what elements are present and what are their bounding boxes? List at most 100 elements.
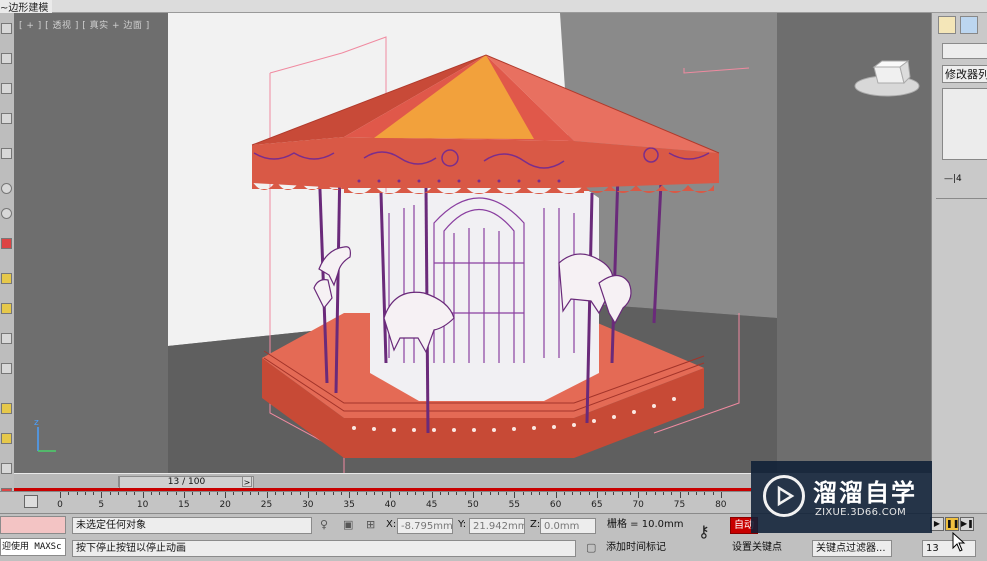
timeline-minor-tick <box>506 492 508 495</box>
create-tab-icon[interactable] <box>938 16 956 34</box>
tool-move-icon[interactable] <box>1 53 12 64</box>
timeline-tick <box>225 492 227 498</box>
key-filters-button[interactable]: 关键点过滤器... <box>812 540 892 557</box>
timeline-minor-tick <box>373 492 375 495</box>
timeline-minor-tick <box>109 492 111 495</box>
timeline-minor-tick <box>613 492 615 495</box>
timeline-minor-tick <box>117 492 119 495</box>
tool-mirror-icon[interactable] <box>1 363 12 374</box>
current-frame-field[interactable]: 13 <box>922 540 976 557</box>
x-label: X: <box>386 519 397 530</box>
timeline-minor-tick <box>216 492 218 495</box>
tool-cylinder-icon[interactable] <box>1 208 12 219</box>
timeline-minor-tick <box>93 492 95 495</box>
timeline-minor-tick <box>439 492 441 495</box>
timeline-tick <box>60 492 61 498</box>
modifier-stack[interactable] <box>942 88 987 160</box>
timeline-tick <box>473 492 474 498</box>
timeline-tick-label: 30 <box>302 500 314 510</box>
timeline-minor-tick <box>167 492 169 495</box>
timeline-minor-tick <box>522 492 524 495</box>
tool-snap-icon[interactable] <box>1 148 12 159</box>
timeline-tick-label: 0 <box>57 500 63 510</box>
play-button[interactable]: ▶ <box>930 517 944 531</box>
tool-align-icon[interactable] <box>1 333 12 344</box>
timeline-minor-tick <box>332 492 334 495</box>
object-name-field[interactable] <box>942 43 987 59</box>
z-coordinate-field[interactable]: 0.0mm <box>540 518 596 534</box>
timeline-minor-tick <box>646 492 648 495</box>
timeline-minor-tick <box>274 492 276 495</box>
timeline-minor-tick <box>382 492 384 495</box>
x-coordinate-field[interactable]: -8.795mm <box>397 518 453 534</box>
timeline-minor-tick <box>291 492 293 495</box>
timeline-minor-tick <box>530 492 532 495</box>
modify-tab-icon[interactable] <box>960 16 978 34</box>
tool-light-icon[interactable] <box>1 238 12 249</box>
timeline-ruler[interactable]: 0 5 10 15 20 25 30 35 40 45 50 55 60 65 70 75 80 <box>0 491 751 514</box>
timeline-tick <box>638 492 640 498</box>
timeline-minor-tick <box>84 492 86 495</box>
z-label: Z: <box>530 519 541 530</box>
timeline-tick-label: 55 <box>508 500 521 510</box>
tool-select-icon[interactable] <box>1 23 12 34</box>
timeline-tick-label: 10 <box>136 500 149 510</box>
lock-selection-icon[interactable]: ♀ <box>320 517 328 533</box>
timeline-minor-tick <box>159 492 161 495</box>
set-key-button[interactable]: 设置关键点 <box>732 540 782 556</box>
stack-controls[interactable]: —|4 <box>944 171 962 187</box>
time-tag-icon[interactable]: ▢ <box>586 540 596 556</box>
title-bar: ~边形建模 <box>0 0 987 14</box>
timeline-tick <box>349 492 351 498</box>
timeline-tick-label: 65 <box>591 500 603 510</box>
tool-curve-icon[interactable] <box>1 403 12 414</box>
timeline-minor-tick <box>621 492 623 495</box>
y-label: Y: <box>458 519 467 530</box>
watermark-url: ZIXUE.3D66.COM <box>815 507 907 518</box>
track-bar-toggle-icon[interactable] <box>24 495 38 508</box>
timeline-minor-tick <box>539 492 541 495</box>
timeline-minor-tick <box>662 492 664 495</box>
timeline-tick <box>431 492 433 498</box>
stop-button[interactable]: ❚❚ <box>945 517 959 531</box>
timeline-minor-tick <box>415 492 417 495</box>
modifier-list-dropdown[interactable]: 修改器列表 <box>942 65 987 83</box>
timeline-tick <box>307 492 309 498</box>
tool-scale-icon[interactable] <box>1 113 12 124</box>
timeline-tick <box>101 492 103 498</box>
timeline-minor-tick <box>547 492 549 495</box>
tool-sphere-icon[interactable] <box>1 183 12 194</box>
tool-rotate-icon[interactable] <box>1 83 12 94</box>
tool-layer-icon[interactable] <box>1 463 12 474</box>
timeline-minor-tick <box>464 492 466 495</box>
watermark-overlay: 溜溜自学 ZIXUE.3D66.COM <box>751 461 932 533</box>
perspective-viewport[interactable]: [ + ] [ 透视 ] [ 真实 + 边面 ] z <box>14 13 931 473</box>
svg-text:z: z <box>34 418 39 428</box>
timeline-tick-label: 60 <box>549 500 562 510</box>
timeline-minor-tick <box>258 492 260 495</box>
next-frame-button[interactable]: ▶❚ <box>960 517 974 531</box>
timeline-tick-label: 25 <box>260 500 273 510</box>
timeline-minor-tick <box>324 492 326 495</box>
timeline-tick <box>142 492 144 498</box>
key-icon[interactable]: ⚷ <box>698 524 710 540</box>
timeline-minor-tick <box>357 492 359 495</box>
add-time-tag-button[interactable]: 添加时间标记 <box>606 540 666 556</box>
time-next-button[interactable]: > <box>242 476 252 487</box>
window-title: ~边形建模 <box>0 0 53 14</box>
timeline-minor-tick <box>283 492 285 495</box>
viewcube-icon[interactable] <box>852 53 922 103</box>
tool-material-icon[interactable] <box>1 273 12 284</box>
timeline-tick-label: 50 <box>467 500 479 510</box>
carousel-scene: z <box>34 13 777 473</box>
grid-size: 栅格 = 10.0mm <box>607 519 684 530</box>
lock-icon[interactable]: ▣ <box>343 517 353 533</box>
timeline-minor-tick <box>605 492 607 495</box>
absolute-mode-icon[interactable]: ⊞ <box>366 517 375 533</box>
maxscript-listener-pink[interactable] <box>0 516 66 534</box>
tool-render-icon[interactable] <box>1 303 12 314</box>
y-coordinate-field[interactable]: 21.942mm <box>469 518 525 534</box>
maxscript-listener[interactable]: 迎使用 MAXSc <box>0 538 66 556</box>
tool-schematic-icon[interactable] <box>1 433 12 444</box>
timeline-minor-tick <box>200 492 202 495</box>
